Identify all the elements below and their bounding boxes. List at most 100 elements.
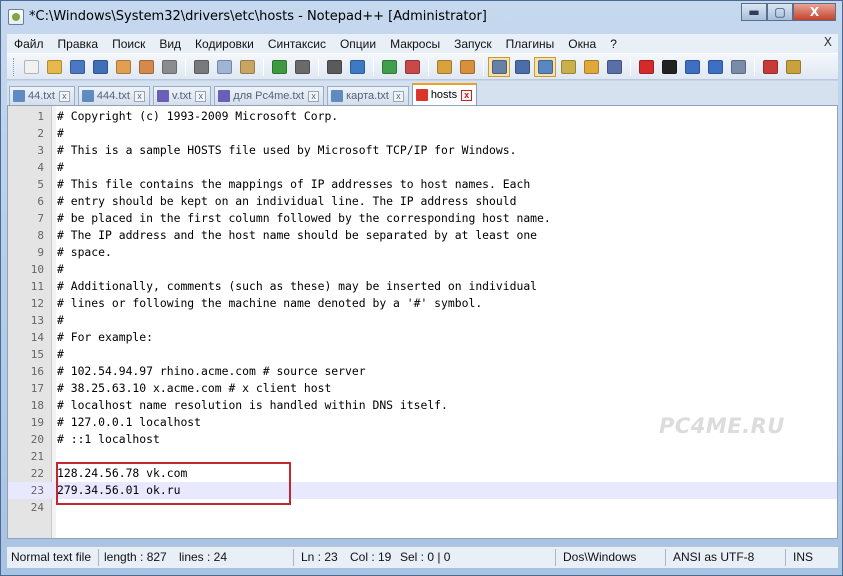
editor-line[interactable]: 10 # bbox=[8, 261, 837, 278]
toolbar-grip[interactable] bbox=[13, 57, 16, 76]
tab-v-txt[interactable]: v.txt x bbox=[152, 86, 212, 105]
stop-record-icon bbox=[661, 59, 677, 74]
open-file-button[interactable] bbox=[43, 57, 65, 77]
run-macro-multiple-button[interactable] bbox=[704, 57, 726, 77]
editor-line[interactable]: 3 # This is a sample HOSTS file used by M… bbox=[8, 142, 837, 159]
tab-close-icon[interactable]: x bbox=[58, 90, 70, 102]
toolbar-separator bbox=[754, 57, 755, 76]
menu-file[interactable]: Файл bbox=[7, 37, 51, 51]
editor-line[interactable]: 2 # bbox=[8, 125, 837, 142]
editor-line[interactable]: 12 # lines or following the machine name … bbox=[8, 295, 837, 312]
save-macro-button[interactable] bbox=[727, 57, 749, 77]
tab-close-icon[interactable]: x bbox=[133, 90, 145, 102]
editor-line[interactable]: 15 # bbox=[8, 346, 837, 363]
menu-run[interactable]: Запуск bbox=[447, 37, 499, 51]
maximize-button[interactable]: ▢ bbox=[767, 3, 793, 21]
editor-line[interactable]: 17 # 38.25.63.10 x.acme.com # x client ho… bbox=[8, 380, 837, 397]
new-file-button[interactable] bbox=[20, 57, 42, 77]
user-language-button[interactable] bbox=[557, 57, 579, 77]
menu-edit[interactable]: Правка bbox=[51, 37, 106, 51]
tab-close-icon[interactable]: x bbox=[308, 90, 320, 102]
record-macro-button[interactable] bbox=[635, 57, 657, 77]
notepadpp-app-icon[interactable] bbox=[8, 9, 24, 25]
find-button[interactable] bbox=[323, 57, 345, 77]
redo-button[interactable] bbox=[291, 57, 313, 77]
indent-guide-button[interactable] bbox=[534, 56, 556, 77]
line-text: # 102.54.94.97 rhino.acme.com # source s… bbox=[57, 364, 366, 378]
menu-settings[interactable]: Опции bbox=[333, 37, 383, 51]
editor-line[interactable]: 11 # Additionally, comments (such as thes… bbox=[8, 278, 837, 295]
line-number: 23 bbox=[30, 484, 44, 497]
editor-line[interactable]: 8 # The IP address and the host name shou… bbox=[8, 227, 837, 244]
status-insert-mode[interactable]: INS bbox=[793, 550, 813, 564]
tab-444-txt[interactable]: 444.txt x bbox=[77, 86, 150, 105]
close-file-button[interactable] bbox=[112, 57, 134, 77]
editor[interactable]: 1 # Copyright (c) 1993-2009 Microsoft Cor… bbox=[7, 105, 838, 539]
tab-close-icon[interactable]: x bbox=[461, 89, 473, 101]
editor-line[interactable]: 7 # be placed in the first column followe… bbox=[8, 210, 837, 227]
toolbar-separator bbox=[185, 57, 186, 76]
show-all-chars-button[interactable] bbox=[511, 57, 533, 77]
close-all-button[interactable] bbox=[135, 57, 157, 77]
tab-hosts[interactable]: hosts x bbox=[411, 83, 478, 105]
paste-button[interactable] bbox=[236, 57, 258, 77]
save-all-button[interactable] bbox=[89, 57, 111, 77]
editor-line[interactable]: 1 # Copyright (c) 1993-2009 Microsoft Cor… bbox=[8, 108, 837, 125]
copy-button[interactable] bbox=[213, 57, 235, 77]
editor-lines[interactable]: 1 # Copyright (c) 1993-2009 Microsoft Cor… bbox=[8, 108, 837, 516]
close-window-button[interactable]: X bbox=[793, 3, 836, 21]
spell-auto-button[interactable] bbox=[782, 57, 804, 77]
editor-line[interactable]: 4 # bbox=[8, 159, 837, 176]
tab-карта-txt[interactable]: карта.txt x bbox=[327, 86, 409, 105]
zoom-out-button[interactable] bbox=[401, 57, 423, 77]
tab-close-icon[interactable]: x bbox=[195, 90, 207, 102]
redo-icon bbox=[294, 59, 310, 74]
editor-line[interactable]: 14 # For example: bbox=[8, 329, 837, 346]
cut-button[interactable] bbox=[190, 57, 212, 77]
minimize-button[interactable]: ▬ bbox=[741, 3, 767, 21]
editor-line[interactable]: 13 # bbox=[8, 312, 837, 329]
menu-window[interactable]: Окна bbox=[561, 37, 603, 51]
line-text: # For example: bbox=[57, 330, 154, 344]
tab-close-icon[interactable]: x bbox=[392, 90, 404, 102]
editor-line[interactable]: 9 # space. bbox=[8, 244, 837, 261]
save-button[interactable] bbox=[66, 57, 88, 77]
status-col: Col : 19 bbox=[350, 550, 392, 564]
tab-44-txt[interactable]: 44.txt x bbox=[9, 86, 75, 105]
doc-map-button[interactable] bbox=[580, 57, 602, 77]
editor-line[interactable]: 6 # entry should be kept on an individual… bbox=[8, 193, 837, 210]
sync-vertical-button[interactable] bbox=[433, 57, 455, 77]
menu-view[interactable]: Вид bbox=[152, 37, 188, 51]
modified-file-icon bbox=[415, 89, 428, 101]
spell-check-button[interactable] bbox=[759, 57, 781, 77]
play-macro-button[interactable] bbox=[681, 57, 703, 77]
editor-line[interactable]: 18 # localhost name resolution is handled… bbox=[8, 397, 837, 414]
function-list-button[interactable] bbox=[603, 57, 625, 77]
status-file-type: Normal text file bbox=[11, 550, 92, 564]
print-button[interactable] bbox=[158, 57, 180, 77]
line-text: # bbox=[57, 160, 64, 174]
sync-horizontal-button[interactable] bbox=[456, 57, 478, 77]
word-wrap-button[interactable] bbox=[488, 56, 510, 77]
status-length: length : 827 bbox=[104, 550, 167, 564]
menu-search[interactable]: Поиск bbox=[105, 37, 152, 51]
title-bar[interactable]: *C:\Windows\System32\drivers\etc\hosts -… bbox=[1, 1, 842, 33]
save-all-icon bbox=[92, 59, 108, 74]
undo-button[interactable] bbox=[268, 57, 290, 77]
editor-line[interactable]: 16 # 102.54.94.97 rhino.acme.com # source… bbox=[8, 363, 837, 380]
zoom-in-button[interactable] bbox=[378, 57, 400, 77]
record-macro-icon bbox=[638, 59, 654, 74]
replace-button[interactable] bbox=[346, 57, 368, 77]
menu-encoding[interactable]: Кодировки bbox=[188, 37, 261, 51]
stop-record-button[interactable] bbox=[658, 57, 680, 77]
menu-help[interactable]: ? bbox=[603, 37, 624, 51]
modified-file-icon bbox=[218, 90, 231, 102]
editor-line[interactable]: 5 # This file contains the mappings of IP… bbox=[8, 176, 837, 193]
tab-для-pc4me-txt[interactable]: для Pc4me.txt x bbox=[214, 86, 325, 105]
menu-plugins[interactable]: Плагины bbox=[499, 37, 562, 51]
save-icon bbox=[69, 59, 85, 74]
close-document-button[interactable]: X bbox=[824, 35, 832, 49]
window-title: *C:\Windows\System32\drivers\etc\hosts -… bbox=[29, 9, 487, 24]
menu-language[interactable]: Синтаксис bbox=[261, 37, 333, 51]
menu-macro[interactable]: Макросы bbox=[383, 37, 447, 51]
